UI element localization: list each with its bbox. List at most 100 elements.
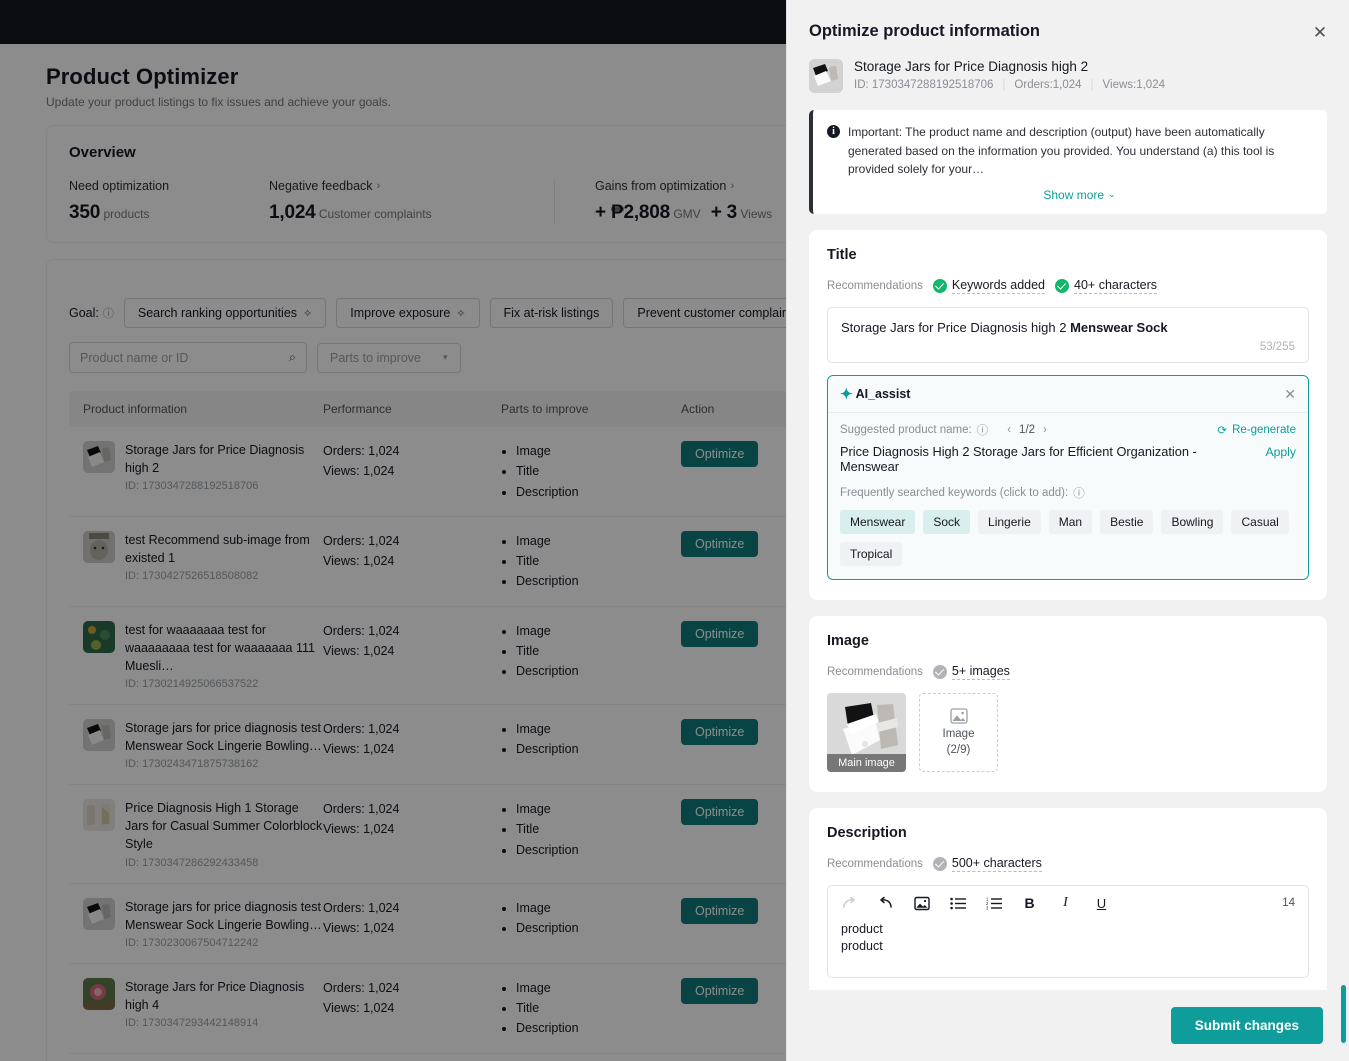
info-icon: i: [827, 125, 840, 138]
description-line-1: product: [841, 921, 883, 936]
recommendations-label: Recommendations: [827, 279, 923, 292]
title-recommendations: Recommendations Keywords added 40+ chara…: [827, 278, 1309, 294]
underline-icon[interactable]: U: [1093, 895, 1110, 912]
ai-assist-header: ✦ AI_assist ✕: [828, 376, 1308, 413]
title-value-plain: Storage Jars for Price Diagnosis high 2: [841, 319, 1071, 335]
recommendations-label: Recommendations: [827, 857, 923, 870]
divider: |: [1090, 79, 1094, 91]
rec-keywords-added: Keywords added: [932, 278, 1046, 294]
product-orders: Orders:1,024: [1014, 79, 1082, 91]
keyword-chip[interactable]: Man: [1048, 509, 1093, 534]
image-list: Main image Image (2/9): [827, 692, 1309, 772]
description-section-heading: Description: [827, 824, 907, 841]
bullet-list-icon[interactable]: [949, 895, 966, 912]
image-slot-label: Image: [942, 728, 975, 741]
help-icon[interactable]: ⓘ: [1073, 485, 1085, 501]
title-section: Title Recommendations Keywords added 40+…: [809, 229, 1327, 600]
drawer-scrollbar-thumb[interactable]: [1341, 985, 1346, 1043]
undo-icon[interactable]: [877, 895, 894, 912]
add-image-slot[interactable]: Image (2/9): [919, 692, 998, 772]
keyword-chip[interactable]: Casual: [1231, 509, 1289, 534]
important-notice: i Important: The product name and descri…: [809, 110, 1327, 214]
help-icon[interactable]: ⓘ: [977, 422, 989, 438]
svg-text:3: 3: [986, 905, 989, 909]
description-editor[interactable]: 123 B I U 14 product product: [827, 884, 1309, 978]
title-ai-assist-box: ✦ AI_assist ✕ Suggested product name: ⓘ …: [827, 374, 1309, 580]
keyword-chip[interactable]: Tropical: [840, 541, 903, 566]
keyword-chip[interactable]: Sock: [923, 509, 971, 534]
keyword-chip[interactable]: Bowling: [1161, 509, 1224, 534]
drawer-product-summary: Storage Jars for Price Diagnosis high 2 …: [809, 59, 1327, 93]
title-char-counter: 53/255: [1259, 340, 1295, 353]
title-value-keywords: Menswear Sock: [1070, 319, 1168, 335]
notice-text: Important: The product name and descript…: [848, 125, 1275, 177]
suggested-name-label: Suggested product name: ⓘ ‹ 1/2 ›: [840, 422, 1047, 438]
product-name: Storage Jars for Price Diagnosis high 2: [854, 59, 1089, 74]
sparkle-icon: ✦: [840, 385, 853, 403]
product-meta: ID: 1730347288192518706 | Orders:1,024 |…: [854, 79, 1165, 91]
show-more-label: Show more: [1043, 187, 1105, 202]
image-recommendations: Recommendations 5+ images: [827, 664, 1309, 680]
refresh-icon: ⟳: [1217, 424, 1228, 437]
chevron-down-icon: ⌄: [1108, 189, 1116, 200]
keyword-chip[interactable]: Bestie: [1100, 509, 1154, 534]
rec-label: 5+ images: [951, 663, 1010, 680]
drawer-title: Optimize product information: [809, 22, 1040, 40]
bold-icon[interactable]: B: [1021, 895, 1038, 912]
check-icon: [1055, 278, 1070, 293]
description-textarea[interactable]: product product: [828, 919, 1308, 977]
image-section: Image Recommendations 5+ images Main ima…: [809, 615, 1327, 792]
regenerate-button[interactable]: ⟳ Re-generate: [1217, 423, 1296, 437]
rec-label: 40+ characters: [1074, 277, 1158, 294]
redo-icon[interactable]: [841, 895, 858, 912]
italic-icon[interactable]: I: [1057, 895, 1074, 912]
keyword-chip-list: Menswear Sock Lingerie Man Bestie Bowling Casu…: [840, 509, 1296, 566]
recommendations-label: Recommendations: [827, 665, 923, 678]
main-image-label: Main image: [827, 753, 906, 772]
ai-suggested-title: Price Diagnosis High 2 Storage Jars for …: [840, 443, 1197, 474]
suggestion-pager: ‹ 1/2 ›: [1007, 424, 1047, 436]
rec-5-images: 5+ images: [932, 663, 1010, 680]
description-section: Description Recommendations 500+ charact…: [809, 807, 1327, 990]
product-views: Views:1,024: [1102, 79, 1165, 91]
image-section-heading: Image: [827, 632, 869, 649]
keyword-chip[interactable]: Menswear: [840, 509, 916, 534]
apply-title-button[interactable]: Apply: [1266, 445, 1297, 459]
check-icon: [932, 856, 947, 871]
keyword-chip[interactable]: Lingerie: [978, 509, 1041, 534]
divider: |: [1002, 79, 1006, 91]
image-slot-count: (2/9): [946, 744, 971, 757]
keywords-label-text: Frequently searched keywords (click to a…: [840, 486, 1069, 499]
editor-toolbar: 123 B I U 14: [828, 886, 1308, 919]
close-icon[interactable]: ✕: [1309, 22, 1331, 44]
product-thumbnail: [809, 59, 843, 93]
submit-changes-button[interactable]: Submit changes: [1170, 1007, 1323, 1044]
drawer-footer: Submit changes: [787, 990, 1349, 1061]
check-icon: [932, 664, 947, 679]
rec-500-characters: 500+ characters: [932, 855, 1042, 872]
show-more-button[interactable]: Show more ⌄: [848, 188, 1311, 202]
ai-assist-title: AI_assist: [855, 387, 911, 402]
regenerate-label: Re-generate: [1232, 423, 1296, 436]
keywords-label: Frequently searched keywords (click to a…: [840, 485, 1296, 501]
product-id: ID: 1730347288192518706: [854, 79, 994, 91]
rec-label: 500+ characters: [951, 855, 1042, 872]
drawer-scroll-area[interactable]: Title Recommendations Keywords added 40+…: [787, 214, 1349, 990]
suggested-name-label-text: Suggested product name:: [840, 423, 972, 436]
image-icon[interactable]: [913, 895, 930, 912]
description-recommendations: Recommendations 500+ characters: [827, 856, 1309, 872]
prev-suggestion-button[interactable]: ‹: [1007, 424, 1011, 436]
pager-count: 1/2: [1019, 423, 1036, 436]
close-icon[interactable]: ✕: [1284, 386, 1296, 403]
check-icon: [932, 278, 947, 293]
app-screen: Product Optimizer Update your product li…: [0, 0, 1349, 1061]
next-suggestion-button[interactable]: ›: [1043, 424, 1047, 436]
optimize-drawer: Optimize product information ✕ Storage J…: [786, 0, 1349, 1061]
drawer-header: Optimize product information ✕ Storage J…: [787, 0, 1349, 93]
image-icon: [949, 708, 968, 724]
description-char-count: 14: [1282, 897, 1295, 910]
title-section-heading: Title: [827, 246, 857, 263]
title-input[interactable]: Storage Jars for Price Diagnosis high 2 …: [827, 306, 1309, 363]
main-image-thumbnail[interactable]: Main image: [827, 692, 906, 772]
numbered-list-icon[interactable]: 123: [985, 895, 1002, 912]
